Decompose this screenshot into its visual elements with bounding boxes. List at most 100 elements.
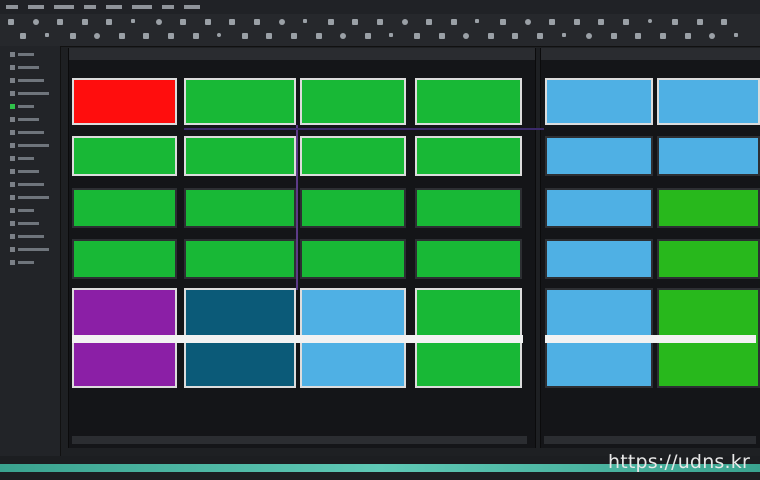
toolbar-icon[interactable] (524, 19, 531, 25)
toolbar-icon[interactable] (709, 33, 716, 39)
clip-cell[interactable] (415, 78, 522, 125)
toolbar-icon[interactable] (167, 33, 174, 39)
clip-cell[interactable] (545, 136, 653, 176)
clip-cell[interactable] (184, 78, 296, 125)
toolbar-icon[interactable] (32, 19, 39, 25)
toolbar-icon[interactable] (340, 33, 347, 39)
toolbar-icon[interactable] (672, 19, 679, 25)
toolbar-icon[interactable] (364, 33, 371, 39)
toolbar-icon[interactable] (94, 33, 101, 39)
clip-cell[interactable] (300, 78, 406, 125)
toolbar-icon[interactable] (106, 19, 113, 25)
clip-cell[interactable] (300, 188, 406, 228)
toolbar-icon[interactable] (401, 19, 408, 25)
clip-cell[interactable] (545, 188, 653, 228)
clip-cell[interactable] (545, 78, 653, 125)
toolbar-icon[interactable] (647, 19, 652, 23)
main-panel-scrollbar[interactable] (72, 436, 527, 444)
toolbar-icon[interactable] (721, 19, 728, 25)
menu-item[interactable] (54, 5, 74, 9)
toolbar-icon[interactable] (315, 33, 322, 39)
toolbar-icon[interactable] (266, 33, 273, 39)
menu-item[interactable] (6, 5, 18, 9)
toolbar-icon[interactable] (733, 33, 738, 37)
toolbar-icon[interactable] (254, 19, 260, 25)
toolbar-icon[interactable] (623, 19, 629, 25)
toolbar-icon[interactable] (69, 33, 76, 39)
sidebar-item[interactable] (10, 169, 39, 174)
toolbar-icon[interactable] (352, 19, 359, 25)
sidebar-item[interactable] (10, 65, 39, 70)
toolbar-icon[interactable] (635, 33, 642, 39)
toolbar-icon[interactable] (573, 19, 580, 25)
toolbar-icon[interactable] (57, 19, 64, 25)
toolbar-icon[interactable] (610, 33, 617, 39)
sidebar-item[interactable] (10, 182, 44, 187)
sidebar-item[interactable] (10, 247, 49, 252)
toolbar-icon[interactable] (290, 33, 297, 39)
sidebar-item[interactable] (10, 234, 44, 239)
toolbar-icon[interactable] (463, 33, 470, 39)
clip-cell[interactable] (415, 136, 522, 176)
toolbar-icon[interactable] (20, 33, 27, 39)
toolbar-icon[interactable] (549, 19, 556, 25)
clip-cell[interactable] (657, 239, 760, 279)
clip-cell[interactable] (545, 239, 653, 279)
toolbar-icon[interactable] (180, 19, 187, 25)
sidebar-item[interactable] (10, 130, 44, 135)
clip-cell[interactable] (300, 136, 406, 176)
menu-item[interactable] (28, 5, 44, 9)
toolbar-icon[interactable] (684, 33, 691, 39)
clip-cell[interactable] (72, 239, 177, 279)
menu-item[interactable] (132, 5, 152, 9)
playhead-line[interactable] (296, 125, 298, 290)
toolbar-icon[interactable] (487, 33, 494, 39)
sidebar-item[interactable] (10, 52, 34, 57)
clip-cell[interactable] (657, 78, 760, 125)
toolbar-icon[interactable] (389, 33, 394, 37)
toolbar-icon[interactable] (131, 19, 135, 23)
sidebar-item[interactable] (10, 156, 34, 161)
sidebar-item[interactable] (10, 260, 34, 265)
toolbar-icon[interactable] (118, 33, 125, 39)
clip-cell[interactable] (657, 136, 760, 176)
toolbar-icon[interactable] (217, 33, 222, 37)
toolbar-icon[interactable] (44, 33, 49, 37)
toolbar-icon[interactable] (450, 19, 457, 25)
sidebar-item[interactable] (10, 221, 39, 226)
toolbar-icon[interactable] (586, 33, 593, 39)
clip-cell[interactable] (184, 239, 296, 279)
toolbar-icon[interactable] (229, 19, 236, 25)
clip-cell[interactable] (300, 239, 406, 279)
toolbar-icon[interactable] (659, 33, 666, 39)
clip-cell[interactable] (72, 78, 177, 125)
toolbar-icon[interactable] (512, 33, 519, 39)
toolbar-icon[interactable] (536, 33, 543, 39)
toolbar-icon[interactable] (598, 19, 605, 25)
clip-cell[interactable] (415, 239, 522, 279)
toolbar-icon[interactable] (413, 33, 420, 39)
toolbar-icon[interactable] (8, 19, 14, 25)
toolbar-icon[interactable] (278, 19, 285, 25)
menu-item[interactable] (184, 5, 200, 9)
sidebar-item[interactable] (10, 78, 44, 83)
menu-item[interactable] (106, 5, 122, 9)
clip-cell[interactable] (184, 136, 296, 176)
sidebar-item[interactable] (10, 195, 49, 200)
sidebar-item[interactable] (10, 117, 39, 122)
clip-cell[interactable] (657, 188, 760, 228)
sidebar-item[interactable] (10, 104, 34, 109)
menu-item[interactable] (84, 5, 96, 9)
toolbar-icon[interactable] (377, 19, 383, 25)
clip-cell[interactable] (184, 188, 296, 228)
toolbar-icon[interactable] (143, 33, 150, 39)
toolbar-icon[interactable] (426, 19, 433, 25)
toolbar-icon[interactable] (204, 19, 211, 25)
clip-cell[interactable] (415, 188, 522, 228)
side-panel-scrollbar[interactable] (544, 436, 756, 444)
toolbar-icon[interactable] (192, 33, 199, 39)
clip-cell[interactable] (72, 188, 177, 228)
menu-item[interactable] (162, 5, 174, 9)
toolbar-icon[interactable] (155, 19, 162, 25)
toolbar-icon[interactable] (438, 33, 445, 39)
